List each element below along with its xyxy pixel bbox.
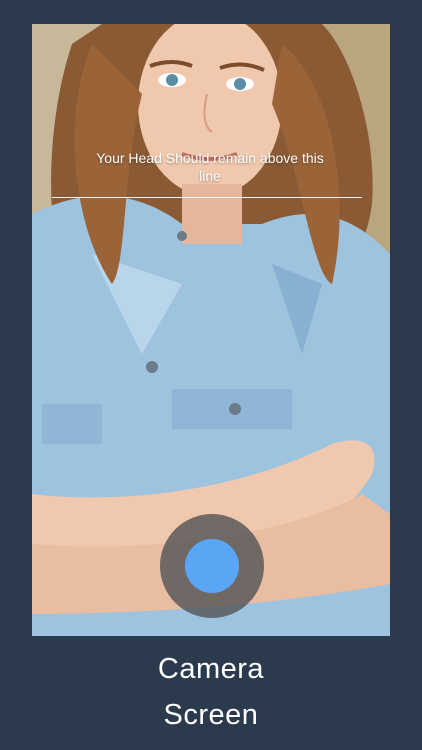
caption-line-1: Camera — [157, 653, 265, 685]
shutter-inner-circle — [185, 539, 239, 593]
app-screen: Your Head Should remain above this line … — [0, 0, 422, 750]
camera-preview: Your Head Should remain above this line — [32, 24, 390, 636]
screen-caption: Camera Screen — [0, 646, 422, 738]
shutter-button[interactable] — [160, 514, 264, 618]
guide-instruction-text: Your Head Should remain above this line — [96, 150, 324, 184]
caption-line-2: Screen — [163, 699, 259, 731]
head-guide-line — [52, 197, 362, 198]
